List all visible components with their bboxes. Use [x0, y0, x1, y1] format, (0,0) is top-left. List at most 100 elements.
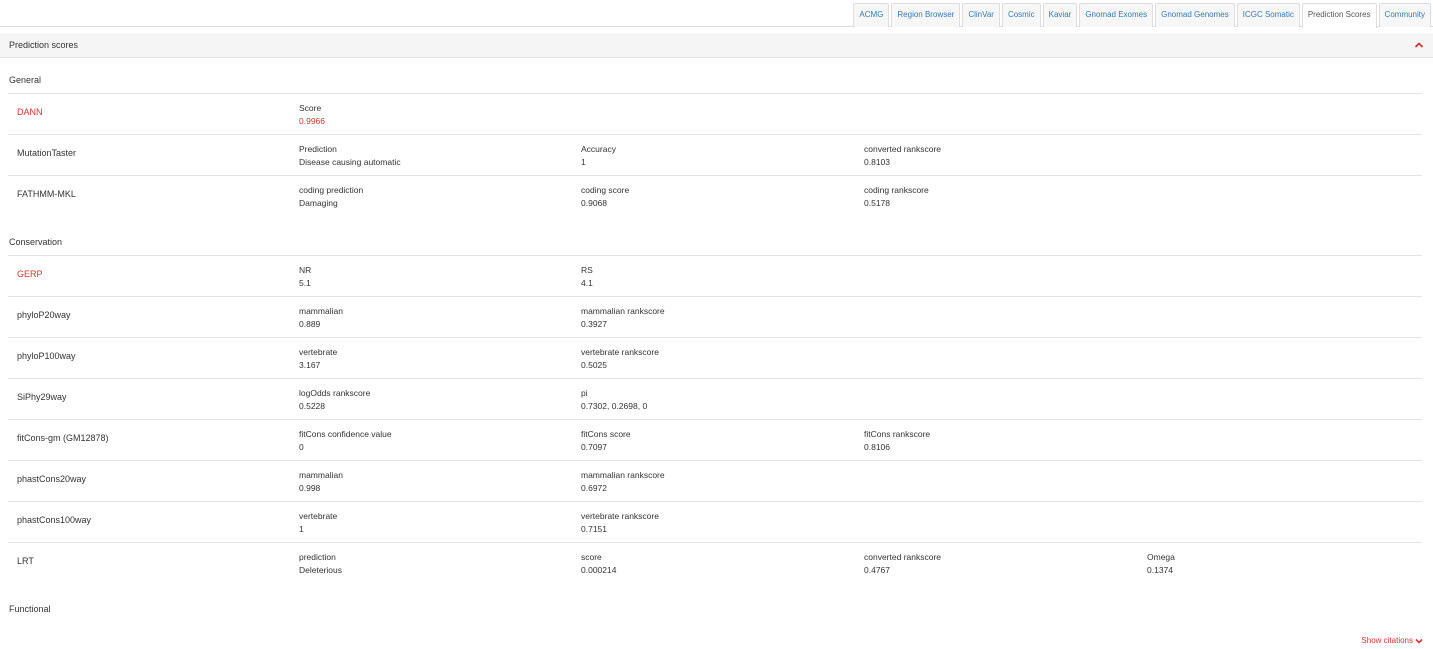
score-field: vertebrate rankscore 0.5025: [581, 346, 659, 372]
field-label: Prediction: [299, 144, 337, 154]
field-value: Damaging: [299, 198, 338, 208]
score-row-phastcons100way: phastCons100way vertebrate 1 vertebrate …: [8, 501, 1422, 542]
panel-header[interactable]: Prediction scores: [0, 33, 1433, 58]
field-value: 0.7097: [581, 442, 607, 452]
field-label: mammalian rankscore: [581, 470, 665, 480]
field-label: Accuracy: [581, 144, 616, 154]
score-field: fitCons confidence value 0: [299, 428, 392, 454]
score-row-dann: DANN Score 0.9966: [8, 93, 1422, 134]
tabs: ACMG Region Browser ClinVar Cosmic Kavia…: [853, 3, 1431, 28]
score-field: Omega 0.1374: [1147, 551, 1175, 577]
field-label: coding rankscore: [864, 185, 929, 195]
field-value: 0.9966: [299, 116, 325, 126]
field-value: 0.8106: [864, 442, 890, 452]
tab-icgc-somatic[interactable]: ICGC Somatic: [1236, 3, 1300, 27]
field-label: RS: [581, 265, 593, 275]
field-label: Omega: [1147, 552, 1175, 562]
field-value: 0: [299, 442, 304, 452]
score-field: mammalian rankscore 0.3927: [581, 305, 665, 331]
score-field: prediction Deleterious: [299, 551, 342, 577]
tab-gnomad-exomes[interactable]: Gnomad Exomes: [1079, 3, 1154, 27]
score-field: Accuracy 1: [581, 143, 616, 169]
tab-cosmic[interactable]: Cosmic: [1001, 3, 1041, 27]
field-value: 0.5178: [864, 198, 890, 208]
score-row-fathmm-mkl: FATHMM-MKL coding prediction Damaging co…: [8, 175, 1422, 216]
score-row-fitcons-gm: fitCons-gm (GM12878) fitCons confidence …: [8, 419, 1422, 460]
score-field: fitCons rankscore 0.8106: [864, 428, 930, 454]
field-value: 0.1374: [1147, 565, 1173, 575]
score-row-phylop20way: phyloP20way mammalian 0.889 mammalian ra…: [8, 296, 1422, 337]
field-value: 0.8103: [864, 157, 890, 167]
score-field: vertebrate rankscore 0.7151: [581, 510, 659, 536]
tab-gnomad-genomes[interactable]: Gnomad Genomes: [1155, 3, 1235, 27]
score-field: mammalian rankscore 0.6972: [581, 469, 665, 495]
score-field: coding rankscore 0.5178: [864, 184, 929, 210]
chevron-up-icon[interactable]: [1414, 41, 1424, 49]
field-value: 1: [299, 524, 304, 534]
field-value: 0.9068: [581, 198, 607, 208]
score-field: score 0.000214: [581, 551, 616, 577]
show-citations-label: Show citations: [1361, 636, 1413, 645]
field-value: 0.7302, 0.2698, 0: [581, 401, 648, 411]
score-name: fitCons-gm (GM12878): [17, 433, 109, 443]
score-field: converted rankscore 0.4767: [864, 551, 941, 577]
field-value: 0.5025: [581, 360, 607, 370]
field-label: vertebrate rankscore: [581, 347, 659, 357]
score-name[interactable]: DANN: [17, 107, 43, 117]
score-field: fitCons score 0.7097: [581, 428, 631, 454]
score-field: vertebrate 3.167: [299, 346, 337, 372]
field-value: 0.4767: [864, 565, 890, 575]
field-label: logOdds rankscore: [299, 388, 371, 398]
score-row-gerp: GERP NR 5.1 RS 4.1: [8, 255, 1422, 296]
field-label: mammalian: [299, 306, 343, 316]
score-name: phyloP20way: [17, 310, 71, 320]
score-field: RS 4.1: [581, 264, 593, 290]
section-title-conservation: Conservation: [9, 237, 63, 247]
field-label: score: [581, 552, 602, 562]
field-value: 0.000214: [581, 565, 617, 575]
section-title-general: General: [9, 75, 42, 85]
field-value: 0.5228: [299, 401, 325, 411]
score-name: FATHMM-MKL: [17, 189, 76, 199]
score-row-lrt: LRT prediction Deleterious score 0.00021…: [8, 542, 1422, 583]
field-value: 5.1: [299, 278, 311, 288]
tab-prediction-scores[interactable]: Prediction Scores: [1301, 3, 1377, 28]
score-field: vertebrate 1: [299, 510, 337, 536]
chevron-down-icon: [1415, 638, 1423, 644]
tab-kaviar[interactable]: Kaviar: [1042, 3, 1078, 27]
field-label: coding prediction: [299, 185, 364, 195]
field-label: fitCons rankscore: [864, 429, 931, 439]
score-field: mammalian 0.889: [299, 305, 343, 331]
score-field: Score 0.9966: [299, 102, 325, 128]
field-value: 1: [581, 157, 586, 167]
field-value: 0.6972: [581, 483, 607, 493]
show-citations-link[interactable]: Show citations: [1361, 636, 1423, 645]
field-value: 4.1: [581, 278, 593, 288]
score-field: mammalian 0.998: [299, 469, 343, 495]
score-field: coding score 0.9068: [581, 184, 629, 210]
field-label: NR: [299, 265, 312, 275]
field-label: vertebrate: [299, 511, 338, 521]
score-name: phastCons100way: [17, 515, 92, 525]
section-title-functional: Functional: [9, 604, 51, 614]
score-row-phastcons20way: phastCons20way mammalian 0.998 mammalian…: [8, 460, 1422, 501]
field-label: Score: [299, 103, 322, 113]
tab-bar: ACMG Region Browser ClinVar Cosmic Kavia…: [0, 0, 1433, 28]
field-value: 0.889: [299, 319, 321, 329]
tab-acmg[interactable]: ACMG: [853, 3, 890, 27]
field-label: fitCons confidence value: [299, 429, 392, 439]
score-field: Prediction Disease causing automatic: [299, 143, 401, 169]
field-value: Disease causing automatic: [299, 157, 401, 167]
field-label: converted rankscore: [864, 552, 942, 562]
field-label: mammalian rankscore: [581, 306, 665, 316]
score-name[interactable]: GERP: [17, 269, 43, 279]
score-field: logOdds rankscore 0.5228: [299, 387, 370, 413]
field-value: 0.3927: [581, 319, 607, 329]
tab-region-browser[interactable]: Region Browser: [891, 3, 961, 27]
tab-clinvar[interactable]: ClinVar: [962, 3, 1000, 27]
tab-community[interactable]: Community: [1378, 3, 1431, 27]
field-label: mammalian: [299, 470, 343, 480]
score-name: SiPhy29way: [17, 392, 67, 402]
field-label: pi: [581, 388, 588, 398]
score-row-phylop100way: phyloP100way vertebrate 3.167 vertebrate…: [8, 337, 1422, 378]
